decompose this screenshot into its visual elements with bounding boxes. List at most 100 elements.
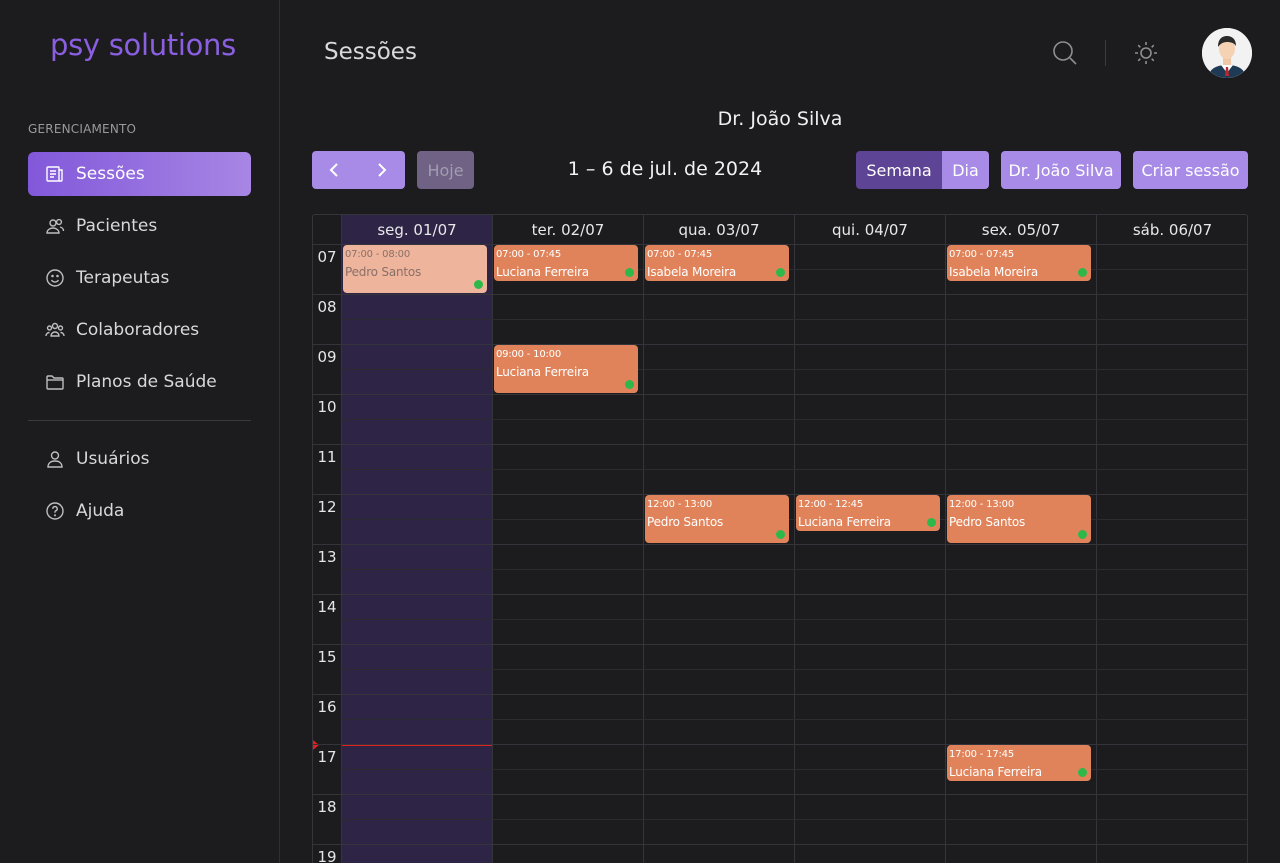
- session-event[interactable]: 17:00 - 17:45 Luciana Ferreira: [947, 745, 1091, 781]
- hour-line: [313, 694, 1247, 695]
- day-header-wed[interactable]: qua. 03/07: [643, 215, 794, 244]
- session-event[interactable]: 07:00 - 07:45 Isabela Moreira: [645, 245, 789, 281]
- half-hour-line: [341, 319, 1247, 320]
- today-button[interactable]: Hoje: [417, 151, 474, 189]
- half-hour-line: [341, 419, 1247, 420]
- sidebar-item-ajuda[interactable]: Ajuda: [28, 489, 251, 533]
- session-patient: Isabela Moreira: [647, 265, 737, 279]
- half-hour-line: [341, 469, 1247, 470]
- column-divider: [794, 215, 795, 863]
- date-range: 1 – 6 de jul. de 2024: [567, 158, 763, 180]
- create-session-button[interactable]: Criar sessão: [1133, 151, 1248, 189]
- smile-icon: [44, 267, 66, 289]
- session-event[interactable]: 12:00 - 12:45 Luciana Ferreira: [796, 495, 940, 531]
- view-day-button[interactable]: Dia: [942, 151, 989, 189]
- day-header-tue[interactable]: ter. 02/07: [492, 215, 643, 244]
- sun-icon[interactable]: [1131, 38, 1161, 68]
- current-time-marker: [313, 740, 319, 750]
- status-dot: [474, 280, 483, 289]
- avatar[interactable]: [1202, 28, 1252, 78]
- hour-line: [313, 344, 1247, 345]
- status-dot: [1078, 768, 1087, 777]
- session-time: 07:00 - 08:00: [345, 249, 411, 260]
- column-divider: [1096, 215, 1097, 863]
- half-hour-line: [341, 769, 1247, 770]
- session-patient: Luciana Ferreira: [496, 265, 589, 279]
- user-icon: [44, 448, 66, 470]
- sidebar-divider: [28, 420, 251, 421]
- half-hour-line: [341, 669, 1247, 670]
- hour-line: [313, 744, 1247, 745]
- patients-icon: [44, 215, 66, 237]
- current-time-line: [341, 745, 492, 746]
- session-event[interactable]: 12:00 - 13:00 Pedro Santos: [645, 495, 789, 543]
- hour-line: [313, 594, 1247, 595]
- hour-label: 16: [317, 698, 337, 716]
- sidebar-item-terapeutas[interactable]: Terapeutas: [28, 256, 251, 300]
- hour-line: [313, 444, 1247, 445]
- date-navigation: [312, 151, 405, 189]
- session-patient: Luciana Ferreira: [798, 515, 891, 529]
- session-time: 07:00 - 07:45: [647, 249, 713, 260]
- status-dot: [1078, 268, 1087, 277]
- status-dot: [776, 268, 785, 277]
- half-hour-line: [341, 819, 1247, 820]
- sidebar-item-planos-de-saude[interactable]: Planos de Saúde: [28, 360, 251, 404]
- session-event[interactable]: 12:00 - 13:00 Pedro Santos: [947, 495, 1091, 543]
- session-event[interactable]: 07:00 - 07:45 Luciana Ferreira: [494, 245, 638, 281]
- prev-week-button[interactable]: [312, 151, 358, 189]
- day-header-mon[interactable]: seg. 01/07: [341, 215, 492, 244]
- hour-label: 08: [317, 298, 337, 316]
- session-time: 12:00 - 13:00: [949, 499, 1015, 510]
- column-divider: [1247, 215, 1248, 863]
- brand-logo[interactable]: psy solutions: [50, 28, 236, 62]
- day-header-fri[interactable]: sex. 05/07: [945, 215, 1096, 244]
- session-time: 07:00 - 07:45: [949, 249, 1015, 260]
- hour-line: [313, 294, 1247, 295]
- hour-label: 12: [317, 498, 337, 516]
- hour-label: 11: [317, 448, 337, 466]
- session-patient: Pedro Santos: [949, 515, 1026, 529]
- sidebar-item-label: Pacientes: [76, 216, 158, 236]
- sidebar-item-pacientes[interactable]: Pacientes: [28, 204, 251, 248]
- chevron-left-icon: [329, 163, 338, 177]
- session-event[interactable]: 07:00 - 08:00 Pedro Santos: [343, 245, 487, 293]
- status-dot: [625, 380, 634, 389]
- day-header-sat[interactable]: sáb. 06/07: [1096, 215, 1247, 244]
- hour-label: 14: [317, 598, 337, 616]
- session-event[interactable]: 07:00 - 07:45 Isabela Moreira: [947, 245, 1091, 281]
- hour-label: 07: [317, 248, 337, 266]
- session-event[interactable]: 09:00 - 10:00 Luciana Ferreira: [494, 345, 638, 393]
- column-divider: [492, 215, 493, 863]
- session-time: 12:00 - 12:45: [798, 499, 864, 510]
- folder-icon: [44, 371, 66, 393]
- view-week-button[interactable]: Semana: [856, 151, 942, 189]
- status-dot: [776, 530, 785, 539]
- sidebar-item-sessoes[interactable]: Sessões: [28, 152, 251, 196]
- hour-line: [313, 394, 1247, 395]
- session-time: 09:00 - 10:00: [496, 349, 562, 360]
- hour-line: [313, 844, 1247, 845]
- hour-label: 09: [317, 348, 337, 366]
- hour-label: 19: [317, 848, 337, 863]
- sidebar-item-usuarios[interactable]: Usuários: [28, 437, 251, 481]
- column-divider: [643, 215, 644, 863]
- sidebar-item-colaboradores[interactable]: Colaboradores: [28, 308, 251, 352]
- session-patient: Luciana Ferreira: [949, 765, 1042, 779]
- chevron-right-icon: [378, 163, 387, 177]
- hour-line: [313, 544, 1247, 545]
- group-icon: [44, 319, 66, 341]
- status-dot: [927, 518, 936, 527]
- sidebar-item-label: Colaboradores: [76, 320, 200, 340]
- sidebar-item-label: Planos de Saúde: [76, 372, 217, 392]
- hour-label: 13: [317, 548, 337, 566]
- day-header-thu[interactable]: qui. 04/07: [794, 215, 945, 244]
- hour-label: 18: [317, 798, 337, 816]
- search-icon[interactable]: [1050, 38, 1080, 68]
- half-hour-line: [341, 519, 1247, 520]
- help-icon: [44, 500, 66, 522]
- doctor-filter-button[interactable]: Dr. João Silva: [1001, 151, 1121, 189]
- hour-label: 10: [317, 398, 337, 416]
- next-week-button[interactable]: [358, 151, 404, 189]
- half-hour-line: [341, 619, 1247, 620]
